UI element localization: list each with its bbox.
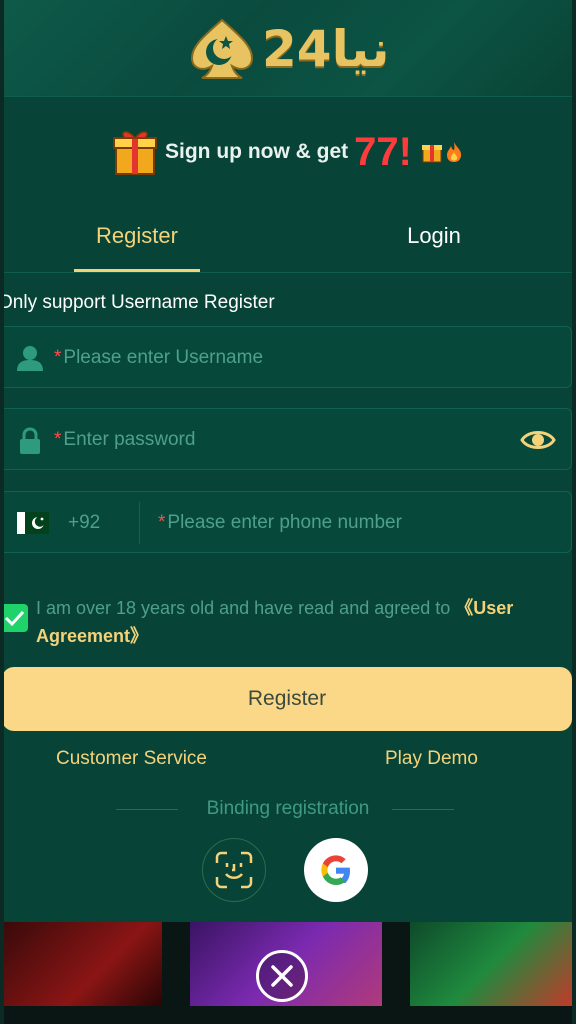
play-demo-link[interactable]: Play Demo — [385, 748, 478, 770]
rs-game-thumbnail[interactable] — [410, 922, 572, 1006]
register-panel: نیا24 Sign up now & get 77! Register Log… — [4, 0, 572, 1024]
customer-service-link[interactable]: Customer Service — [56, 748, 207, 770]
register-notice: Only support Username Register — [4, 292, 275, 313]
google-signin-button[interactable] — [304, 838, 368, 902]
tab-login-label: Login — [407, 223, 461, 248]
logo-text: نیا24 — [262, 20, 391, 78]
binding-registration: Binding registration — [4, 796, 572, 822]
header: نیا24 — [4, 0, 572, 97]
eye-icon[interactable] — [520, 427, 556, 453]
divider — [139, 502, 140, 544]
country-code[interactable]: +92 — [68, 492, 100, 554]
pakistan-flag-icon — [17, 512, 49, 534]
promo-amount: 77! — [354, 130, 412, 174]
password-field[interactable]: * Enter password — [4, 408, 572, 470]
signup-promo: Sign up now & get 77! — [4, 112, 572, 192]
username-field[interactable]: * Please enter Username — [4, 326, 572, 388]
phone-field[interactable]: +92 * Please enter phone number — [4, 491, 572, 553]
close-button[interactable] — [256, 950, 308, 1002]
fire-icon — [446, 142, 462, 162]
tab-register[interactable]: Register — [74, 210, 200, 272]
aviator-game-thumbnail[interactable] — [4, 922, 162, 1006]
tab-active-indicator — [74, 269, 200, 272]
close-icon — [271, 965, 293, 987]
face-id-icon — [215, 851, 253, 889]
gift-icon — [113, 131, 158, 175]
tab-register-label: Register — [96, 223, 178, 248]
agreement-text: I am over 18 years old and have read and… — [36, 598, 514, 646]
check-icon — [4, 610, 25, 627]
face-id-button[interactable] — [202, 838, 266, 902]
gift-icon — [421, 145, 442, 163]
register-button[interactable]: Register — [4, 667, 572, 731]
auth-tabs: Register Login — [4, 210, 572, 273]
google-icon — [321, 855, 350, 885]
spade-moon-icon — [190, 18, 254, 79]
brand-logo: نیا24 — [182, 14, 391, 84]
agreement-checkbox[interactable] — [4, 604, 28, 632]
divider — [392, 809, 454, 810]
promo-text: Sign up now & get — [165, 140, 349, 163]
binding-label: Binding registration — [206, 798, 370, 819]
tab-login[interactable]: Login — [384, 210, 484, 272]
